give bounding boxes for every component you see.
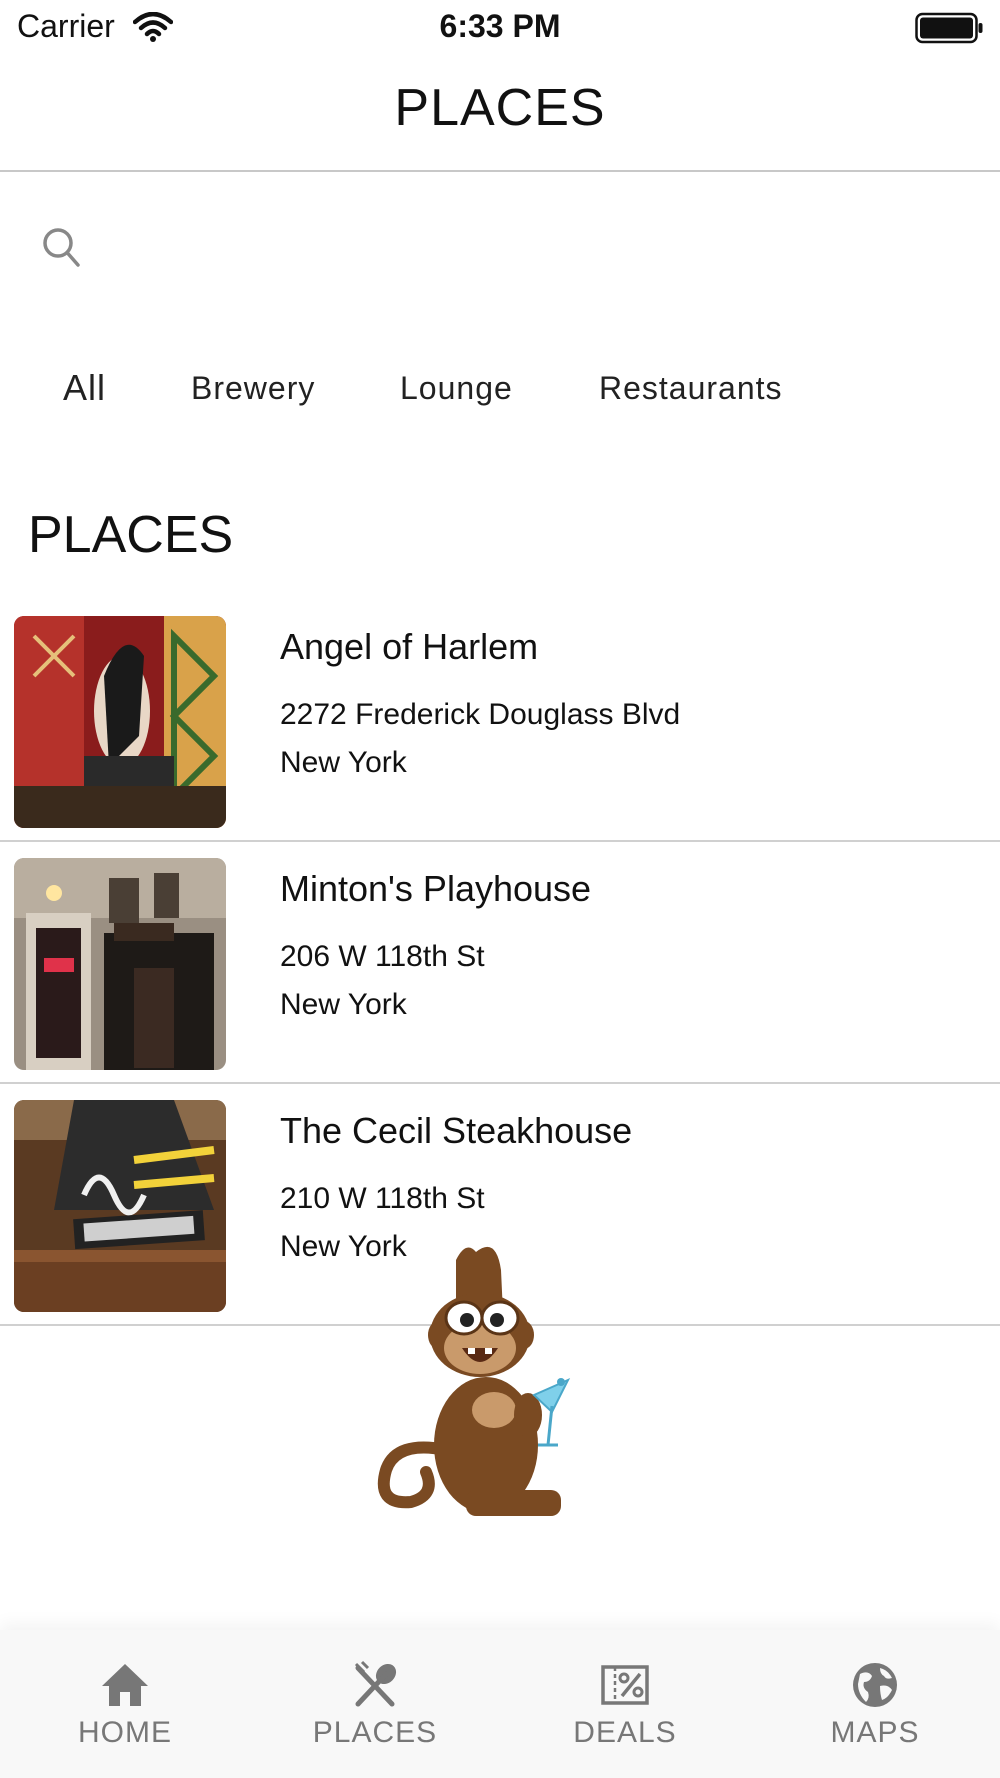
section-title: PLACES: [28, 506, 234, 564]
status-bar: Carrier 6:33 PM: [0, 0, 1000, 56]
search-icon: [43, 228, 80, 267]
place-row-angel-of-harlem[interactable]: Angel of Harlem 2272 Frederick Douglass …: [0, 600, 1000, 842]
tab-maps-label: MAPS: [830, 1716, 920, 1749]
fork-spoon-icon: [354, 1660, 397, 1707]
place-address: 206 W 118th St: [280, 940, 485, 973]
tab-maps[interactable]: MAPS: [750, 1630, 1000, 1778]
place-address: 2272 Frederick Douglass Blvd: [280, 698, 681, 731]
bottom-tab-bar: HOME PLACES DEALS MAPS: [0, 1630, 1000, 1778]
search-bar[interactable]: [0, 210, 1000, 286]
tab-home-label: HOME: [78, 1716, 172, 1749]
place-city: New York: [280, 746, 407, 779]
tab-places[interactable]: PLACES: [250, 1630, 500, 1778]
place-thumbnail: [14, 858, 226, 1070]
tab-deals-label: DEALS: [573, 1716, 677, 1749]
nav-title: PLACES: [394, 79, 606, 137]
battery-icon: [915, 12, 983, 44]
place-name: Minton's Playhouse: [280, 868, 592, 909]
place-thumbnail: [14, 616, 226, 828]
place-thumbnail: [14, 1100, 226, 1312]
filter-tab-all[interactable]: All: [63, 367, 106, 409]
tab-home[interactable]: HOME: [0, 1630, 250, 1778]
globe-icon: [853, 1663, 897, 1707]
place-name: The Cecil Steakhouse: [280, 1110, 633, 1151]
tab-deals[interactable]: DEALS: [500, 1630, 750, 1778]
monkey-with-cocktail-icon: [377, 1246, 571, 1516]
place-list: Angel of Harlem 2272 Frederick Douglass …: [0, 600, 1000, 1326]
nav-divider: [0, 170, 1000, 172]
search-input[interactable]: [100, 220, 964, 278]
place-name: Angel of Harlem: [280, 626, 539, 667]
home-icon: [102, 1664, 148, 1706]
filter-tab-brewery[interactable]: Brewery: [191, 370, 315, 407]
category-filter-tabs: All Brewery Lounge Restaurants: [0, 367, 1000, 430]
place-row-mintons-playhouse[interactable]: Minton's Playhouse 206 W 118th St New Yo…: [0, 842, 1000, 1084]
filter-tab-restaurants[interactable]: Restaurants: [599, 370, 783, 407]
percent-ticket-icon: [601, 1665, 649, 1705]
place-city: New York: [280, 988, 407, 1021]
status-time: 6:33 PM: [439, 8, 561, 44]
filter-tab-lounge[interactable]: Lounge: [400, 370, 513, 407]
place-address: 210 W 118th St: [280, 1182, 485, 1215]
tab-places-label: PLACES: [312, 1716, 438, 1749]
